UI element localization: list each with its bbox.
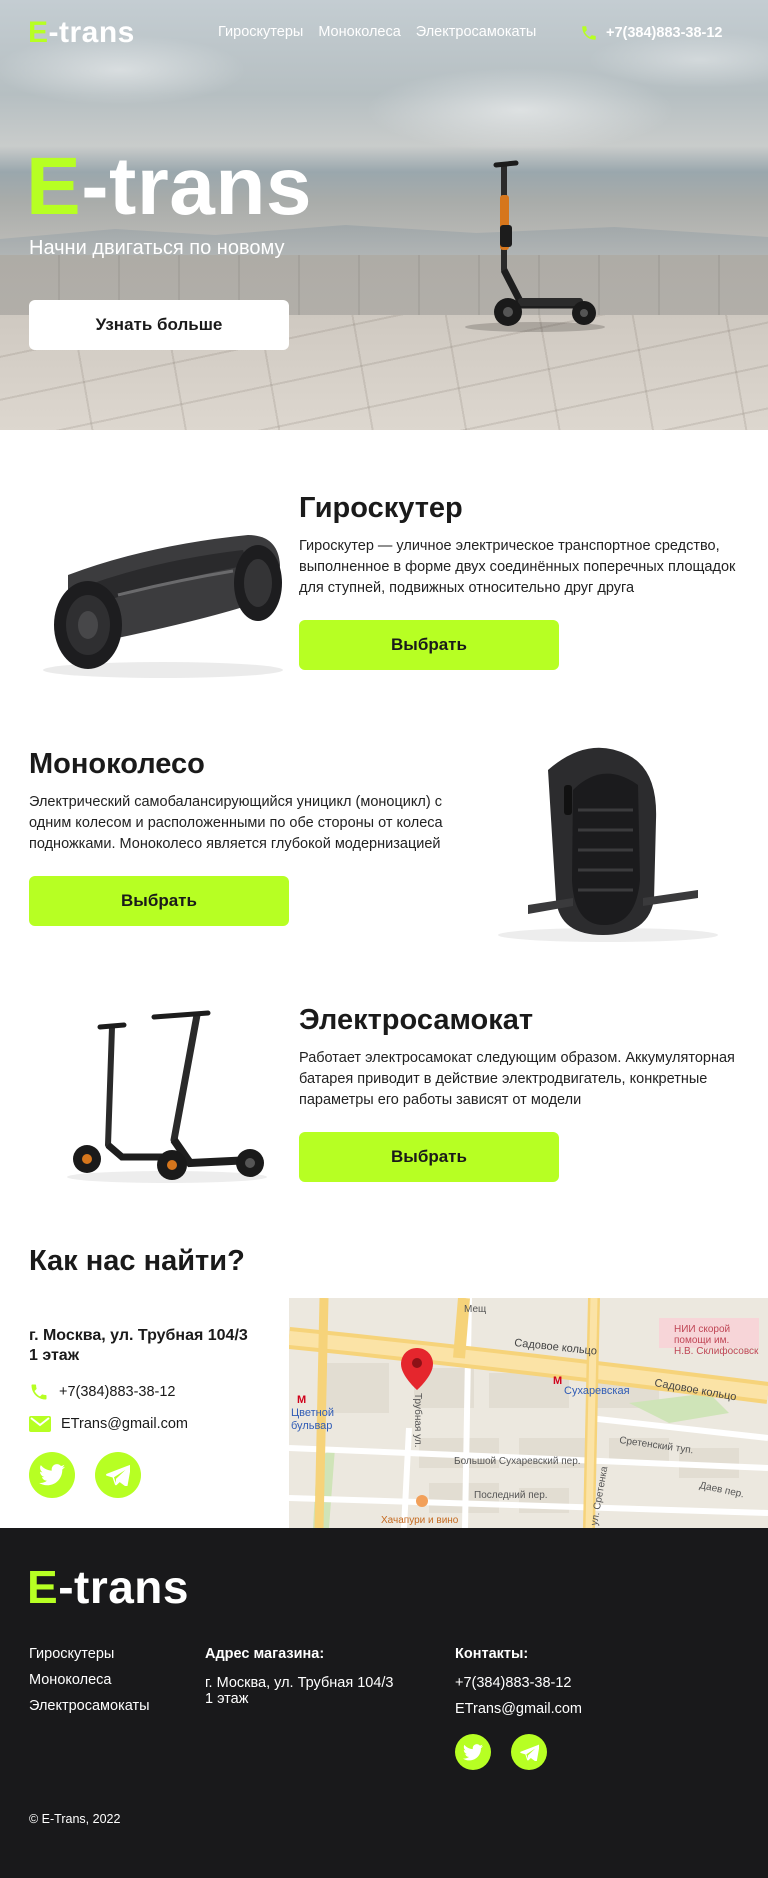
footer-address-line2: 1 этаж <box>205 1691 249 1707</box>
telegram-icon <box>106 1464 130 1486</box>
nav-links: Гироскутеры Моноколеса Электросамокаты <box>218 24 536 40</box>
map-label: Трубная ул. <box>412 1393 424 1448</box>
phone-icon <box>582 26 596 40</box>
scooters-image <box>67 1010 267 1183</box>
product-title-monowheel: Моноколесо <box>29 748 205 780</box>
hero-title-rest: -trans <box>81 141 313 232</box>
map-label: Мещ <box>464 1304 486 1315</box>
contact-card: г. Москва, ул. Трубная 104/3 1 этаж +7(3… <box>0 1298 289 1528</box>
metro-icon: М <box>297 1394 306 1406</box>
footer-twitter-button[interactable] <box>455 1734 491 1770</box>
metro-icon: М <box>553 1375 562 1387</box>
phone-icon <box>31 1384 47 1400</box>
contact-email-address: ETrans@gmail.com <box>61 1416 188 1432</box>
footer: E-trans Гироскутеры Моноколеса Электроса… <box>0 1528 768 1878</box>
footer-contacts-heading: Контакты: <box>455 1646 529 1662</box>
logo-text: -trans <box>48 16 135 49</box>
choose-scooter-button[interactable]: Выбрать <box>299 1132 559 1182</box>
footer-logo-text: -trans <box>58 1561 189 1613</box>
location-map[interactable]: Мещ Садовое кольцо Садовое кольцо Сухаре… <box>289 1298 768 1528</box>
footer-telegram-button[interactable] <box>511 1734 547 1770</box>
store-address-line2: 1 этаж <box>29 1347 80 1364</box>
footer-nav: Гироскутеры Моноколеса Электросамокаты <box>29 1646 150 1724</box>
top-nav: E-trans Гироскутеры Моноколеса Электроса… <box>0 0 768 70</box>
footer-link-monowheels[interactable]: Моноколеса <box>29 1672 111 1688</box>
map-label: Сухаревская <box>564 1385 630 1397</box>
copyright: © E-Trans, 2022 <box>29 1812 121 1826</box>
contact-email[interactable]: ETrans@gmail.com <box>29 1416 188 1432</box>
map-label: помощи им. <box>674 1335 729 1346</box>
twitter-icon <box>39 1464 65 1486</box>
footer-link-scooters[interactable]: Электросамокаты <box>29 1698 150 1714</box>
footer-email[interactable]: ETrans@gmail.com <box>455 1701 582 1717</box>
twitter-icon <box>463 1743 483 1760</box>
footer-address-heading: Адрес магазина: <box>205 1646 325 1662</box>
contact-phone-number: +7(384)883-38-12 <box>59 1384 176 1400</box>
footer-contacts: Контакты: +7(384)883-38-12 ETrans@gmail.… <box>455 1646 582 1727</box>
choose-monowheel-button[interactable]: Выбрать <box>29 876 289 926</box>
hero-section: E-trans Гироскутеры Моноколеса Электроса… <box>0 0 768 430</box>
map-label: Цветной <box>291 1407 334 1419</box>
mail-icon <box>29 1416 51 1432</box>
hero-title: E-trans <box>26 146 312 228</box>
product-title-hoverboard: Гироскутер <box>299 492 463 524</box>
product-title-scooter: Электросамокат <box>299 1004 534 1036</box>
product-desc-hoverboard: Гироскутер — уличное электрическое транс… <box>299 536 739 599</box>
map-label: Последний пер. <box>474 1490 548 1501</box>
nav-link-monowheels[interactable]: Моноколеса <box>318 24 400 40</box>
store-address-line1: г. Москва, ул. Трубная 104/3 <box>29 1327 248 1344</box>
product-desc-text: Гироскутер — уличное электрическое транс… <box>299 538 736 596</box>
map-label: Большой Сухаревский пер. <box>454 1456 581 1467</box>
footer-phone[interactable]: +7(384)883-38-12 <box>455 1675 582 1691</box>
store-address: г. Москва, ул. Трубная 104/3 1 этаж <box>29 1326 279 1366</box>
header-logo[interactable]: E-trans <box>28 16 135 50</box>
footer-logo[interactable]: E-trans <box>27 1560 189 1614</box>
header-phone[interactable]: +7(384)883-38-12 <box>580 24 723 42</box>
hoverboard-image <box>43 535 283 678</box>
product-desc-text: Работает электросамокат следующим образо… <box>299 1050 735 1108</box>
nav-link-hoverboards[interactable]: Гироскутеры <box>218 24 303 40</box>
twitter-button[interactable] <box>29 1452 75 1498</box>
product-desc-text: Электрический самобалансирующийся уницик… <box>29 794 443 852</box>
logo-letter-e: E <box>28 16 49 49</box>
hero-title-e: E <box>26 141 82 232</box>
footer-link-hoverboards[interactable]: Гироскутеры <box>29 1646 114 1662</box>
footer-logo-e: E <box>27 1561 59 1613</box>
hero-scooter-image <box>465 160 605 332</box>
product-desc-scooter: Работает электросамокат следующим образо… <box>299 1048 739 1111</box>
map-canvas: Мещ Садовое кольцо Садовое кольцо Сухаре… <box>289 1298 768 1528</box>
learn-more-button[interactable]: Узнать больше <box>29 300 289 350</box>
choose-hoverboard-button[interactable]: Выбрать <box>299 620 559 670</box>
footer-address-line1: г. Москва, ул. Трубная 104/3 <box>205 1675 394 1691</box>
header-phone-number: +7(384)883-38-12 <box>606 25 723 41</box>
product-desc-monowheel: Электрический самобалансирующийся уницик… <box>29 792 469 855</box>
telegram-button[interactable] <box>95 1452 141 1498</box>
map-label: НИИ скорой <box>674 1324 730 1335</box>
map-label: бульвар <box>291 1420 332 1432</box>
hero-subtitle: Начни двигаться по новому <box>29 237 285 259</box>
contact-phone[interactable]: +7(384)883-38-12 <box>29 1382 176 1402</box>
monowheel-image <box>498 747 718 942</box>
find-us-title: Как нас найти? <box>29 1245 245 1277</box>
map-label: Н.В. Склифосовск <box>674 1345 759 1357</box>
map-label: Хачапури и вино <box>381 1515 459 1526</box>
nav-link-scooters[interactable]: Электросамокаты <box>416 24 537 40</box>
telegram-icon <box>519 1744 539 1761</box>
footer-address: Адрес магазина: г. Москва, ул. Трубная 1… <box>205 1646 394 1707</box>
